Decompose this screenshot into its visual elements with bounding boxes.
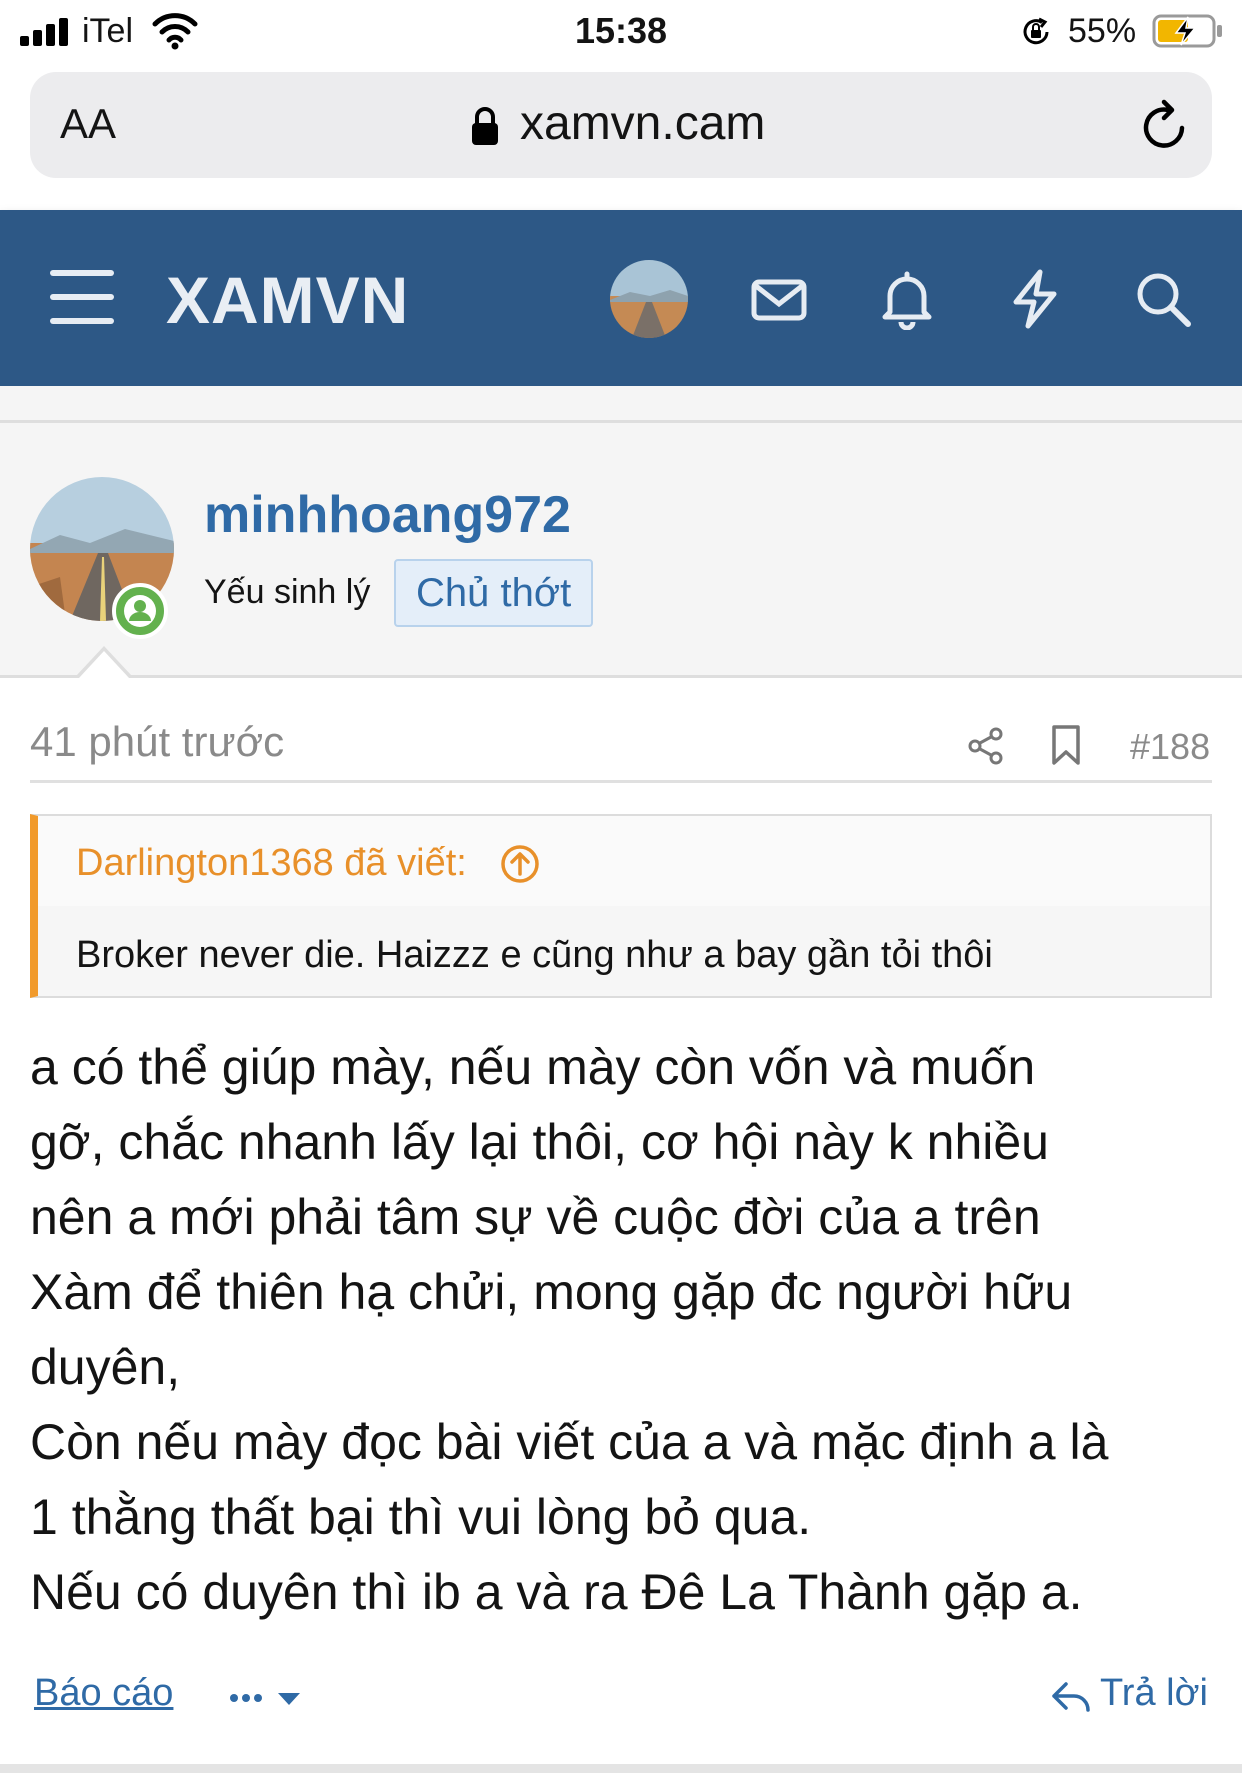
post-body-line: Xàm để thiên hạ chửi, mong gặp đc người … (30, 1264, 1073, 1320)
arrow-up-circle-icon[interactable] (500, 844, 540, 884)
online-status-icon (112, 583, 168, 639)
thread-starter-badge: Chủ thớt (394, 559, 594, 627)
rotation-lock-icon (1023, 17, 1049, 45)
page-gap (0, 386, 1242, 420)
status-time: 15:38 (574, 10, 668, 51)
battery-percentage: 55% (1068, 12, 1137, 50)
post-body-line: Còn nếu mày đọc bài viết của a và mặc đị… (30, 1414, 1109, 1470)
search-icon[interactable] (1132, 268, 1194, 330)
bell-icon[interactable] (876, 268, 938, 330)
battery-charging-icon (1152, 14, 1222, 48)
post-body-line: a có thể giúp mày, nếu mày còn vốn và mu… (30, 1039, 1036, 1095)
account-avatar[interactable] (610, 260, 688, 338)
bookmark-icon[interactable] (1050, 724, 1082, 766)
reply-button[interactable]: Trả lời (1052, 1672, 1208, 1715)
menu-icon[interactable] (50, 270, 114, 324)
quote-text: Broker never die. Haizzz e cũng như a ba… (76, 934, 993, 976)
lock-icon (472, 107, 498, 145)
post-body-line: gỡ, chắc nhanh lấy lại thôi, cơ hội này … (30, 1114, 1049, 1170)
more-options-icon[interactable] (228, 1678, 308, 1718)
address-bar[interactable]: AA xamvn.cam (30, 72, 1212, 178)
divider (30, 780, 1212, 783)
divider (0, 1764, 1242, 1773)
url-text[interactable]: xamvn.cam (520, 96, 765, 151)
site-logo[interactable]: XAMVN (166, 262, 409, 338)
status-bar: iTel 15:38 55% (0, 0, 1242, 64)
post-timestamp[interactable]: 41 phút trước (30, 718, 284, 766)
post-number[interactable]: #188 (1130, 726, 1210, 768)
post-caret-fill (79, 651, 129, 678)
quote-block: Darlington1368 đã viết: Broker never die… (30, 814, 1212, 998)
inbox-icon[interactable] (748, 268, 810, 330)
lightning-icon[interactable] (1004, 268, 1066, 330)
reply-label[interactable]: Trả lời (1100, 1672, 1208, 1714)
post-body-line: duyên, (30, 1339, 181, 1395)
site-header: XAMVN (0, 210, 1242, 386)
post-author-header: minhhoang972 Yếu sinh lý Chủ thớt (0, 420, 1242, 678)
post-body-line: 1 thằng thất bại thì vui lòng bỏ qua. (30, 1489, 812, 1545)
post-body-line: Nếu có duyên thì ib a và ra Đê La Thành … (30, 1564, 1083, 1620)
report-link[interactable]: Báo cáo (34, 1672, 173, 1715)
author-user-title: Yếu sinh lý (204, 573, 371, 611)
text-size-button[interactable]: AA (60, 100, 116, 148)
share-icon[interactable] (966, 726, 1006, 766)
reload-icon[interactable] (1138, 98, 1190, 154)
post-body-line: nên a mới phải tâm sự về cuộc đời của a … (30, 1189, 1041, 1245)
quote-author[interactable]: Darlington1368 đã viết: (76, 842, 467, 885)
author-username[interactable]: minhhoang972 (204, 485, 571, 545)
post-body: a có thể giúp mày, nếu mày còn vốn và mu… (30, 1030, 1220, 1630)
